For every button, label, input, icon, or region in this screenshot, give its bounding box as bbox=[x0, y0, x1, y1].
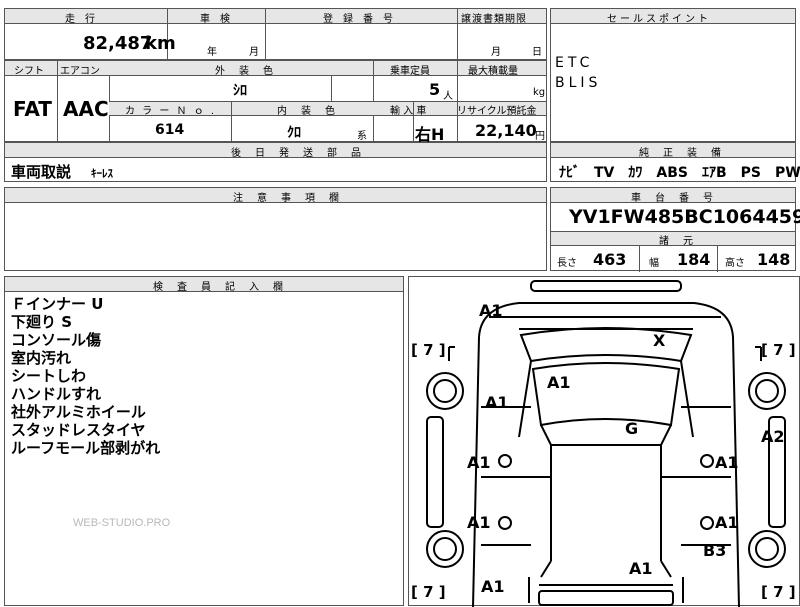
exterior-color-label: 外 装 色 bbox=[215, 66, 275, 77]
sales-point-item: ETC bbox=[555, 55, 594, 71]
watermark: WEB-STUDIO.PRO bbox=[73, 517, 171, 529]
damage-mark: A1 bbox=[481, 577, 505, 596]
capacity-label: 乗車定員 bbox=[390, 66, 430, 77]
chassis-label: 車 台 番 号 bbox=[631, 193, 715, 204]
ac-label: エアコン bbox=[60, 66, 100, 77]
inspector-note: 社外アルミホイール bbox=[11, 403, 146, 421]
damage-mark: B3 bbox=[703, 541, 727, 560]
length-label: 長さ bbox=[557, 258, 577, 269]
notes-box: 注 意 事 項 欄 bbox=[4, 187, 547, 271]
transfer-day-unit: 日 bbox=[532, 47, 542, 58]
length-value: 463 bbox=[593, 250, 627, 269]
damage-mark: A1 bbox=[629, 559, 653, 578]
tire-mark-rear-right: [ 7 ] bbox=[761, 583, 796, 601]
height-label: 高さ bbox=[725, 258, 745, 269]
width-value: 184 bbox=[677, 250, 711, 269]
inspector-note: 室内汚れ bbox=[11, 349, 72, 367]
later-parts-value-main: 車両取説 bbox=[11, 163, 72, 181]
width-label: 幅 bbox=[649, 258, 659, 269]
chassis-value: YV1FW485BC1064459 bbox=[569, 206, 800, 228]
inspector-note: ハンドルすれ bbox=[11, 385, 102, 403]
damage-mark: A1 bbox=[467, 513, 491, 532]
mileage-value: 82,487 bbox=[83, 33, 153, 54]
ac-value: AAC bbox=[63, 97, 109, 121]
inspector-note: ルーフモール部剥がれ bbox=[11, 439, 161, 457]
interior-color-suffix: 系 bbox=[357, 131, 367, 142]
mileage-row-box: 走 行 車 検 登 録 番 号 譲渡書類期限 82,487 km 年 月 月 日 bbox=[4, 8, 547, 60]
load-unit: kg bbox=[533, 87, 546, 98]
damage-mark: A1 bbox=[485, 393, 509, 412]
registration-label: 登 録 番 号 bbox=[323, 14, 393, 25]
inspector-note: シートしわ bbox=[11, 367, 87, 385]
specs-label: 諸 元 bbox=[659, 236, 695, 247]
interior-color-label: 内 装 色 bbox=[277, 106, 337, 117]
tire-mark-rear-left: [ 7 ] bbox=[411, 583, 446, 601]
equipment-box: 純 正 装 備 ﾅﾋﾞ TV ｶﾜ ABS ｴｱB PS PW bbox=[550, 142, 800, 182]
inspector-note: 下廻り S bbox=[11, 313, 73, 331]
inspector-label: 検 査 員 記 入 欄 bbox=[153, 282, 285, 293]
later-parts-box: 後 日 発 送 部 品 車両取説 ｷｰﾚｽ bbox=[4, 142, 547, 182]
sales-point-list: ETC BLIS bbox=[555, 53, 601, 93]
inspector-note: コンソール傷 bbox=[11, 331, 102, 349]
inspection-year-unit: 年 bbox=[207, 47, 217, 58]
inspection-month-unit: 月 bbox=[249, 47, 259, 58]
height-value: 148 bbox=[757, 250, 791, 269]
tire-mark-front-left: [ 7 ] bbox=[411, 341, 446, 359]
damage-mark: X bbox=[653, 331, 666, 350]
damage-mark: A1 bbox=[715, 453, 739, 472]
mileage-unit: km bbox=[145, 33, 176, 54]
capacity-unit: 人 bbox=[443, 91, 453, 102]
color-no-value: 614 bbox=[155, 122, 185, 138]
recycle-unit: 円 bbox=[535, 131, 545, 142]
transfer-month-unit: 月 bbox=[491, 47, 501, 58]
sales-point-box: セールスポイント ETC BLIS bbox=[550, 8, 796, 142]
damage-mark: G bbox=[625, 419, 639, 438]
import-label: 輸 入 車 bbox=[390, 106, 427, 117]
sales-point-label: セールスポイント bbox=[607, 14, 711, 25]
color-no-label: カ ラ ー Ｎ ｏ . bbox=[125, 106, 217, 117]
interior-color-value: ｸﾛ bbox=[287, 125, 301, 141]
recycle-value: 22,140 bbox=[475, 121, 537, 140]
equipment-value: ﾅﾋﾞ TV ｶﾜ ABS ｴｱB PS PW bbox=[559, 165, 800, 181]
mileage-label: 走 行 bbox=[65, 14, 95, 25]
damage-mark: A1 bbox=[715, 513, 739, 532]
load-label: 最大積載量 bbox=[468, 66, 518, 77]
inspection-label: 車 検 bbox=[200, 14, 230, 25]
inspector-notes-list: Ｆインナー U 下廻り S コンソール傷 室内汚れ シートしわ ハンドルすれ 社… bbox=[11, 295, 160, 457]
recycle-label: リサイクル預託金 bbox=[457, 106, 537, 117]
car-diagram-box: A1 X A1 A1 G A2 A1 A1 A1 A1 B3 A1 A1 [ 7… bbox=[408, 276, 800, 607]
spec-grid-box: シフト エアコン FAT AAC 外 装 色 乗車定員 最大積載量 カ ラ ー … bbox=[4, 60, 547, 144]
tire-mark-front-right: [ 7 ] bbox=[761, 341, 796, 359]
damage-mark: A1 bbox=[547, 373, 571, 392]
transfer-label: 譲渡書類期限 bbox=[461, 14, 527, 25]
exterior-color-value: ｼﾛ bbox=[233, 83, 247, 99]
car-outline-diagram bbox=[426, 280, 786, 607]
damage-mark: A1 bbox=[467, 453, 491, 472]
later-parts-value-sub: ｷｰﾚｽ bbox=[91, 167, 113, 180]
sales-point-item: BLIS bbox=[555, 75, 602, 91]
inspector-note: Ｆインナー U bbox=[11, 295, 104, 313]
notes-label: 注 意 事 項 欄 bbox=[233, 193, 341, 204]
equipment-label: 純 正 装 備 bbox=[639, 148, 723, 159]
inspector-box: 検 査 員 記 入 欄 Ｆインナー U 下廻り S コンソール傷 室内汚れ シー… bbox=[4, 276, 404, 606]
later-parts-label: 後 日 発 送 部 品 bbox=[231, 148, 363, 159]
chassis-box: 車 台 番 号 YV1FW485BC1064459 諸 元 長さ 463 幅 1… bbox=[550, 187, 800, 272]
capacity-value: 5 bbox=[429, 80, 441, 99]
damage-mark: A2 bbox=[761, 427, 785, 446]
shift-value: FAT bbox=[13, 97, 52, 121]
shift-label: シフト bbox=[14, 66, 44, 77]
inspector-note: スタッドレスタイヤ bbox=[11, 421, 146, 439]
damage-mark: A1 bbox=[479, 301, 503, 320]
